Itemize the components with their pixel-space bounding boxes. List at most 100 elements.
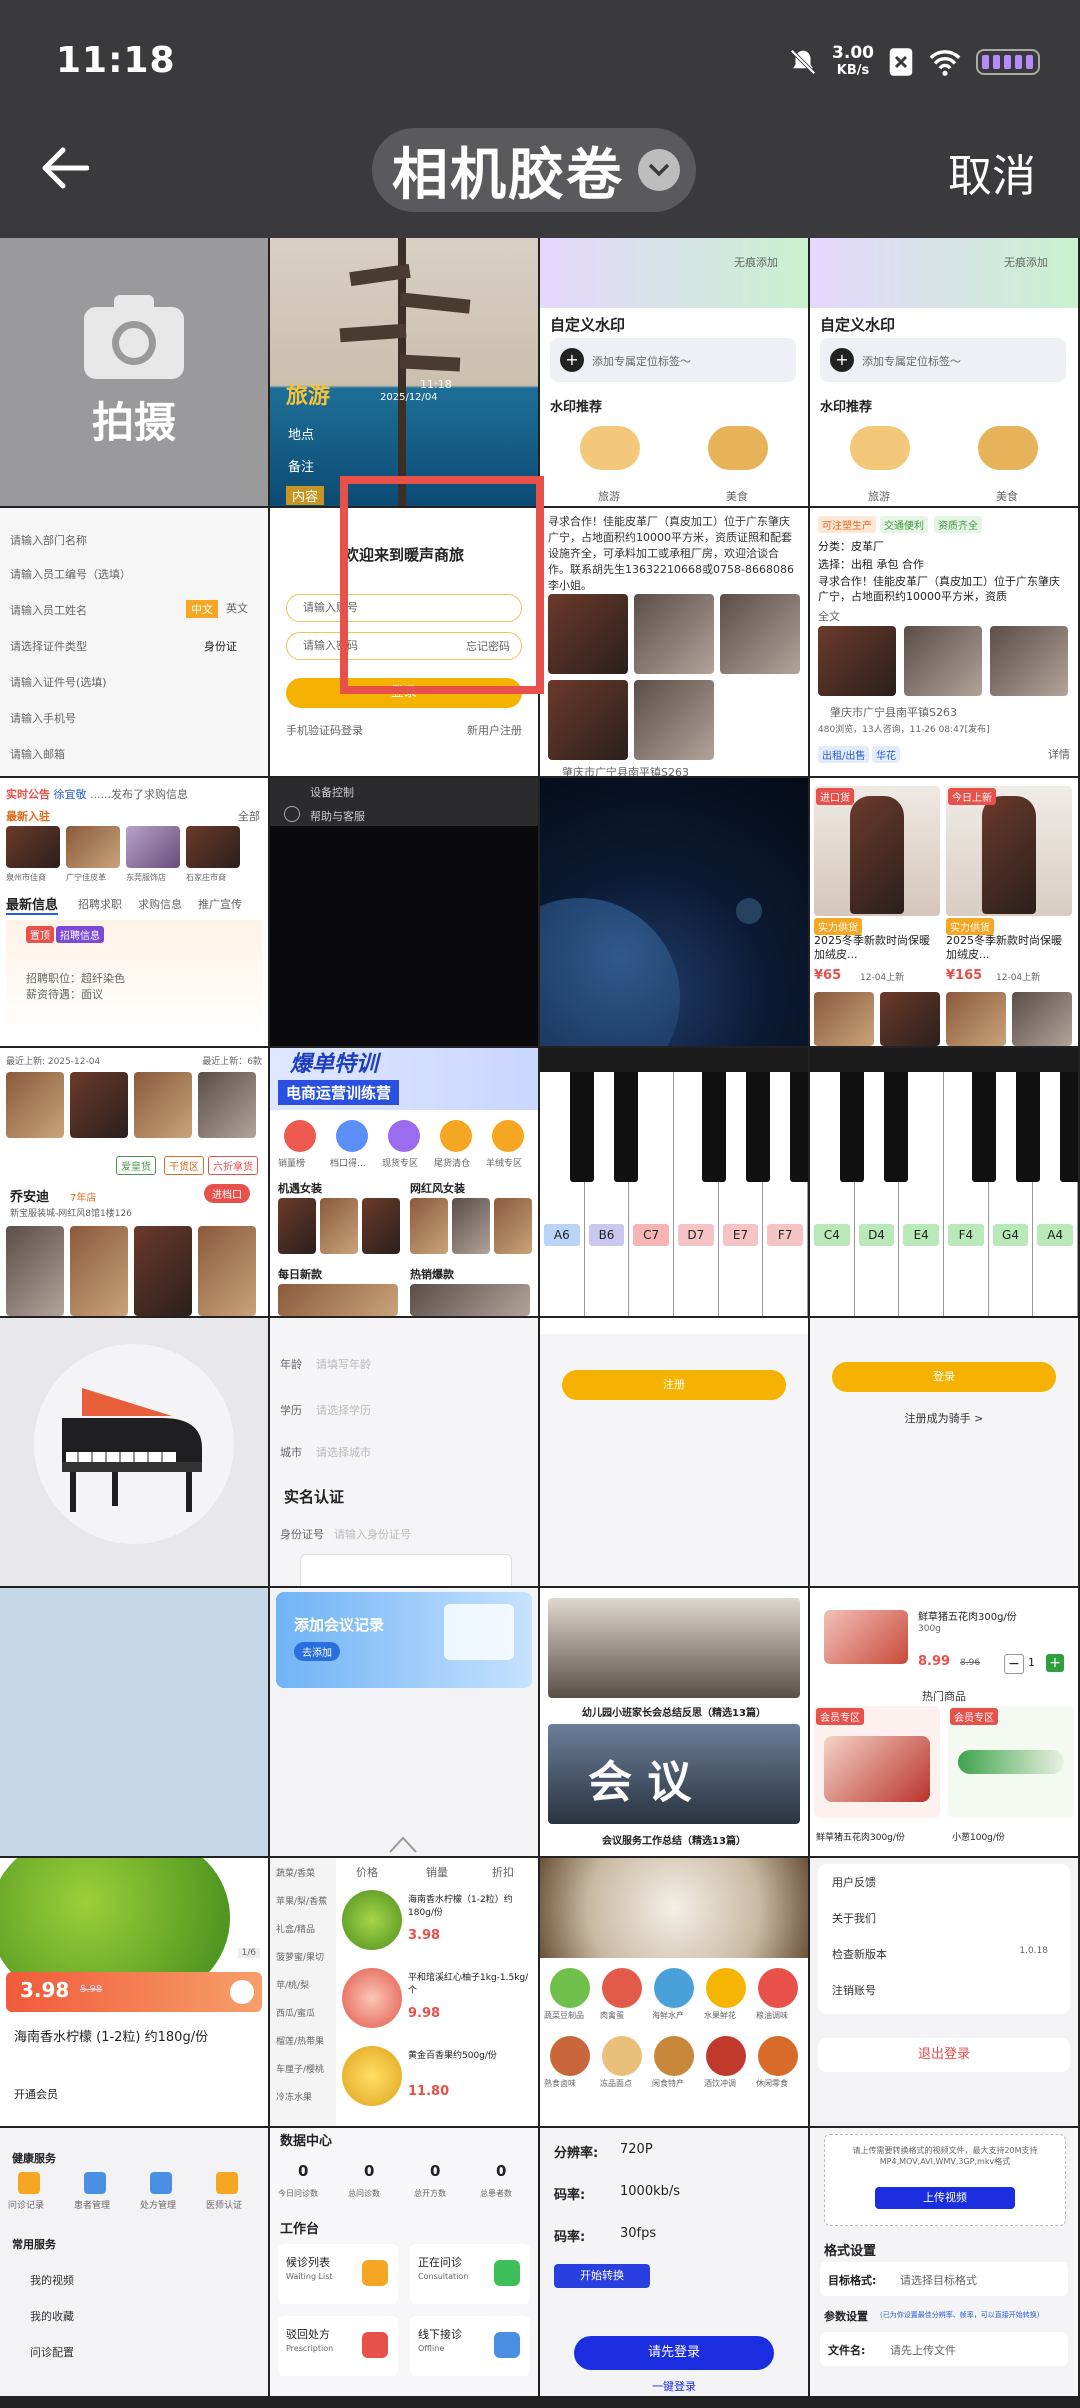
factory-photo [720,594,800,674]
clothes-photo [134,1226,192,1316]
photo-thumbnail-login[interactable]: 欢迎来到暖声商旅 请输入账号 请输入密码 忘记密码 登录 手机验证码登录 新用户… [270,508,538,776]
model-photo [982,796,1036,914]
photo-thumbnail-classroom[interactable]: 幼儿园小班家长会总结反思（精选13篇） 会 议 会议服务工作总结（精选13篇） [540,1588,808,1856]
member-link: 开通会员 [14,2088,58,2101]
photo-thumbnail-watermark[interactable]: 无痕添加 自定义水印 + 添加专属定位标签～ 水印推荐 旅游 美食 [810,238,1078,506]
factory-addr: 肇庆市广宁县南平镇S263 [562,766,689,776]
factory-line: 分类：皮革厂 [818,540,884,553]
factory-photo [990,626,1068,696]
clothes-photo [320,1198,358,1254]
product-price: ¥165 [946,968,983,983]
photo-thumbnail-blank-blue[interactable] [0,1588,268,1856]
wm-item: 美食 [996,490,1018,503]
food-image [708,426,768,470]
form-field: 请输入员工编号（选填） [10,568,131,581]
plus-icon: + [830,348,854,372]
clothes-photo [198,1226,256,1316]
mute-icon [790,49,816,75]
photo-thumbnail-food-app[interactable]: 蔬菜豆制品 肉禽蛋 海鲜水产 水果鲜花 粮油调味 熟食卤味 冻品面点 闲食特产 … [540,1858,808,2126]
full-text-link: 全文 [818,610,840,623]
photo-thumbnail-piano-keys[interactable]: C4 D4 E4 F4 G4 A4 [810,1048,1078,1316]
photo-thumbnail-piano-keys[interactable]: A6 B6 C7 D7 E7 F7 [540,1048,808,1316]
photo-thumbnail-settings-dark[interactable]: 设备控制 帮助与客服 [270,778,538,1046]
start-convert-button: 开始转换 [554,2264,650,2288]
model-photo [814,992,874,1046]
grand-piano-icon [62,1388,202,1512]
form-field: 请输入手机号 [10,712,76,725]
album-title: 相机胶卷 [392,142,624,208]
detail-link: 详情 [1048,748,1070,761]
wm-title: 自定义水印 [550,316,626,334]
piano-keyboard-2: C4 D4 E4 F4 G4 A4 [810,1072,1078,1316]
form-field: 请选择证件类型 [10,640,87,653]
factory-addr: 肇庆市广宁县南平镇S263 [830,706,957,719]
photo-thumbnail-watermark[interactable]: 无痕添加 自定义水印 + 添加专属定位标签～ 水印推荐 旅游 美食 [540,238,808,506]
shop-icon [336,1120,368,1152]
register-link: 新用户注册 [467,724,522,737]
enter-shop-button: 进档口 [204,1184,250,1203]
travel-field: 地点 [288,428,315,443]
factory-photo [548,594,628,674]
back-button[interactable] [28,132,100,204]
shop-name: 乔安迪 [10,1190,50,1205]
form-field: 请输入员工姓名 [10,604,87,617]
scallion-photo [958,1750,1064,1774]
wm-section: 水印推荐 [550,400,603,415]
photo-thumbnail-info-form[interactable]: 年龄 请填写年龄 学历 请选择学历 城市 请选择城市 实名认证 身份证号 请输入… [270,1318,538,1586]
lang-en: 英文 [226,602,248,615]
factory-text: 寻求合作！佳能皮革厂（真皮加工）位于广东肇庆广宁，占地面积约10000平方米，资… [548,515,794,592]
photo-thumbnail-factory-detail[interactable]: 可注塑生产 交通便利 资质齐全 分类：皮革厂 选择：出租 承包 合作 寻求合作！… [810,508,1078,776]
wm-add: 添加专属定位标签～ [592,355,691,368]
photo-thumbnail-travel[interactable]: 旅游 11:18 2025/12/04 地点 备注 内容 [270,238,538,506]
piano-keyboard-1: A6 B6 C7 D7 E7 F7 [540,1072,808,1316]
hot-section: 热门商品 [922,1690,966,1703]
product-price: ¥65 [814,968,842,983]
wm-tab: 无痕添加 [1004,256,1048,269]
travel-brand: 旅游 [286,384,331,409]
photo-thumbnail-meeting[interactable]: 添加会议记录 去添加 [270,1588,538,1856]
clothes-photo [452,1198,490,1254]
photo-thumbnail-clothes-shop[interactable]: 最近上新: 2025-12-04 最近上新：6款 爱皇货 干货区 六折拿货 乔安… [0,1048,268,1316]
cancel-button[interactable]: 取消 [948,140,1036,204]
photo-thumbnail-fruit-list[interactable]: 蔬菜/香菜 苹果/梨/香蕉 礼盒/精品 菠萝蜜/果切 苹/桃/梨 西瓜/蜜瓜 榴… [270,1858,538,2126]
photo-thumbnail-grocery[interactable]: 鲜草猪五花肉300g/份 300g 8.99 8.96 − 1 + 热门商品 会… [810,1588,1078,1856]
photo-thumbnail-factory[interactable]: 寻求合作！佳能皮革厂（真皮加工）位于广东肇庆广宁，占地面积约10000平方米，资… [540,508,808,776]
planet [540,898,680,1046]
stock-icon [388,1120,420,1152]
camera-icon [84,294,184,379]
photo-thumbnail-health[interactable]: 健康服务 问诊记录 患者管理 处方管理 医师认证 常用服务 我的视频 我的收藏 … [0,2128,268,2396]
meeting-photo: 会 议 [548,1724,800,1824]
photo-thumbnail-converter[interactable]: 分辨率: 720P 码率: 1000kb/s 码率: 30fps 开始转换 请先… [540,2128,808,2396]
photo-thumbnail-data-center[interactable]: 数据中心 0 0 0 0 今日问诊数 总问诊数 总开方数 总患者数 工作台 候诊… [270,2128,538,2396]
tab-latest: 最新信息 [6,894,59,915]
photo-thumbnail-lemon[interactable]: 1/6 3.98 5.98 海南香水柠檬 (1-2粒) 约180g/份 开通会员 [0,1858,268,2126]
product-title: 2025冬季新款时尚保暖加绒皮... [814,934,930,961]
tag: 资质齐全 [934,516,982,533]
photo-thumbnail-grand-piano[interactable] [0,1318,268,1586]
album-selector[interactable]: 相机胶卷 [372,128,696,212]
chevron-down-icon [638,149,680,191]
clothes-photo [494,1198,532,1254]
tab: 推广宣传 [198,898,242,911]
clothes-photo [70,1226,128,1316]
photo-thumbnail-fashion[interactable]: 进口货 今日上新 实力供货 实力供货 2025冬季新款时尚保暖加绒皮... 20… [810,778,1078,1046]
photo-thumbnail-rider[interactable]: 登录 注册成为骑手 > [810,1318,1078,1586]
photo-thumbnail-upload[interactable]: 请上传需要转换格式的视频文件，最大支持20M支持MP4,MOV,AVI,WMV,… [810,2128,1078,2396]
photo-thumbnail-training[interactable]: 爆单特训 电商运营训练营 销量榜 档口得... 现货专区 尾货清仓 羊绒专区 机… [270,1048,538,1316]
add-meeting-button: 去添加 [294,1642,340,1661]
photo-thumbnail-register[interactable]: 注册 [540,1318,808,1586]
battery-icon [976,49,1040,75]
lang-cn: 中文 [186,600,218,618]
photo-thumbnail-staff-form[interactable]: 请输入部门名称 请输入员工编号（选填） 请输入员工姓名 中文 英文 请选择证件类… [0,508,268,776]
job-line: 招聘职位：超纤染色 [26,972,125,985]
camera-tile[interactable]: 拍摄 [0,238,268,506]
photo-thumbnail-settings-list[interactable]: 用户反馈 关于我们 检查新版本 1.0.18 注销账号 退出登录 [810,1858,1078,2126]
account-input: 请输入账号 [286,594,522,622]
photo-thumbnail-recruit[interactable]: 实时公告 徐宜敬 ......发布了求购信息 最新入驻 全部 泉州市佳商 广宁佳… [0,778,268,1046]
food-image [580,426,640,470]
wm-item: 美食 [726,490,748,503]
edit-icon [230,1980,254,2004]
photo-thumbnail-dark-space[interactable] [540,778,808,1046]
travel-field: 内容 [286,486,325,505]
dumpling-photo [540,1858,808,1958]
